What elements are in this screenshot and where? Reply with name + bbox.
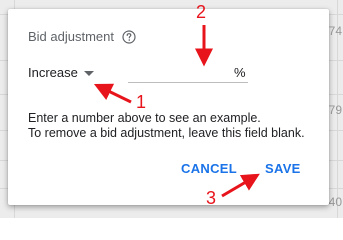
help-text: Enter a number above to see an example. …: [28, 111, 305, 141]
background-cell-value: 40: [328, 195, 342, 209]
bid-adjustment-dialog: Bid adjustment Increase % Enter a number…: [8, 9, 329, 205]
background-cell-value: 74: [328, 24, 342, 38]
annotation-label-3: 3: [206, 188, 217, 208]
percent-input[interactable]: [128, 61, 248, 83]
dropdown-selected-value: Increase: [28, 65, 78, 80]
annotation-label-1: 1: [136, 92, 147, 112]
help-text-line: Enter a number above to see an example.: [28, 111, 261, 125]
cancel-button[interactable]: CANCEL: [181, 161, 237, 176]
dialog-title: Bid adjustment: [28, 29, 136, 44]
dialog-title-text: Bid adjustment: [28, 29, 114, 44]
save-button[interactable]: SAVE: [265, 161, 301, 176]
percent-unit: %: [234, 65, 246, 80]
adjustment-type-dropdown[interactable]: Increase: [28, 65, 94, 80]
annotation-label-2: 2: [196, 2, 207, 22]
caret-down-icon: [83, 70, 94, 76]
help-text-line: To remove a bid adjustment, leave this f…: [28, 126, 305, 140]
background-cell-value: 79: [328, 103, 342, 117]
help-circle-icon[interactable]: [122, 29, 136, 44]
page: 74 79 40 Bid adjustment Increase % Enter…: [0, 0, 343, 218]
